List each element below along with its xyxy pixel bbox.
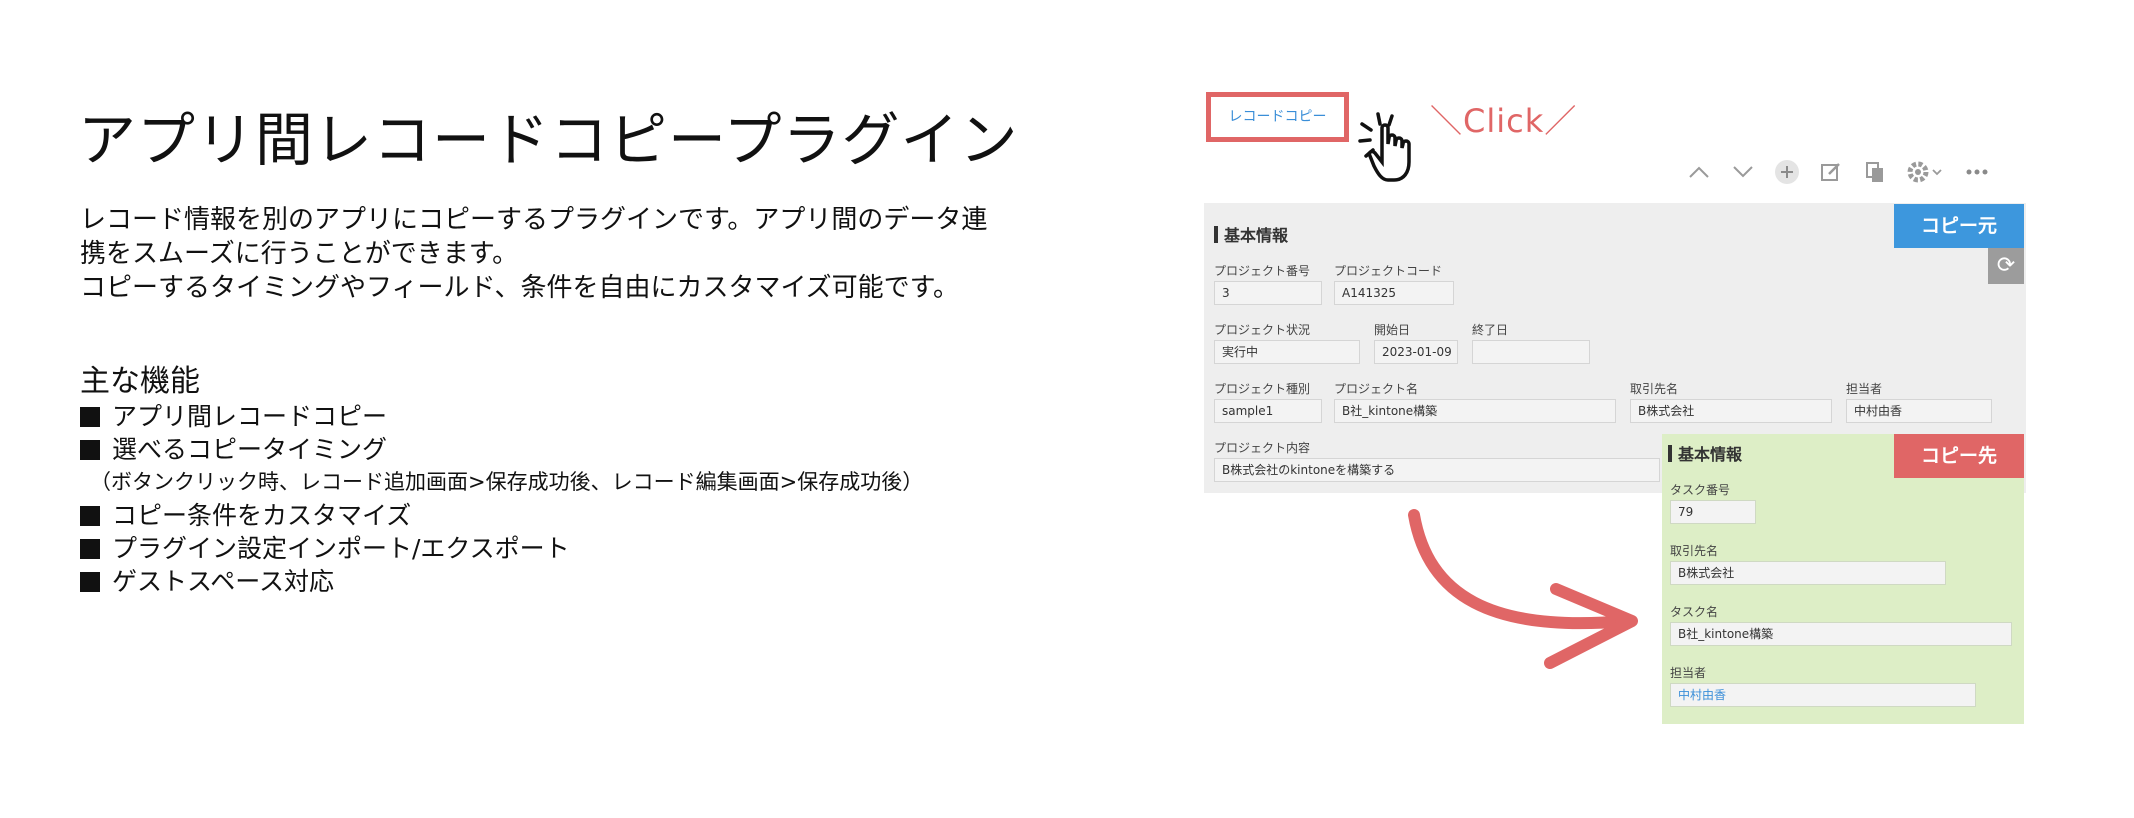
description-line: レコード情報を別のアプリにコピーするプラグインです。アプリ間のデータ連 — [80, 205, 988, 235]
field-label: 終了日 — [1472, 323, 1509, 337]
more-options-icon[interactable] — [1964, 159, 1990, 185]
field-label: 取引先名 — [1630, 382, 1679, 396]
record-copy-button-label: レコードコピー — [1228, 109, 1327, 125]
feature-item: コピー条件をカスタマイズ — [80, 499, 923, 532]
gear-icon[interactable] — [1906, 159, 1946, 185]
task-number-field: 79 — [1670, 500, 1756, 524]
field-label: プロジェクト番号 — [1214, 264, 1311, 278]
field-label: 担当者 — [1670, 666, 1707, 680]
description: レコード情報を別のアプリにコピーするプラグインです。アプリ間のデータ連 携をスム… — [80, 203, 1040, 305]
page-title: アプリ間レコードコピープラグイン — [78, 106, 1019, 174]
field-label: プロジェクト内容 — [1214, 441, 1311, 455]
features-list: アプリ間レコードコピー 選べるコピータイミング （ボタンクリック時、レコード追加… — [80, 400, 923, 598]
click-caption: ＼Click／ — [1430, 102, 1578, 140]
project-content-field: B株式会社のkintoneを構築する — [1214, 458, 1660, 482]
chevron-down-icon[interactable] — [1730, 159, 1756, 185]
source-section-title: 基本情報 — [1214, 222, 1288, 246]
destination-section-title: 基本情報 — [1668, 441, 1742, 465]
feature-item: プラグイン設定インポート/エクスポート — [80, 532, 923, 565]
project-status-field: 実行中 — [1214, 340, 1360, 364]
square-bullet-icon — [80, 407, 100, 427]
feature-item: ゲストスペース対応 — [80, 565, 923, 598]
refresh-icon[interactable]: ⟳ — [1988, 248, 2024, 284]
feature-item: アプリ間レコードコピー — [80, 400, 923, 433]
project-type-field: sample1 — [1214, 399, 1322, 423]
field-label: 開始日 — [1374, 323, 1411, 337]
description-line: コピーするタイミングやフィールド、条件を自由にカスタマイズ可能です。 — [80, 273, 960, 303]
dest-client-field: B株式会社 — [1670, 561, 1946, 585]
duplicate-icon[interactable] — [1862, 159, 1888, 185]
source-badge: コピー元 — [1894, 204, 2024, 248]
chevron-up-icon[interactable] — [1686, 159, 1712, 185]
client-name-field: B株式会社 — [1630, 399, 1832, 423]
edit-icon[interactable] — [1818, 159, 1844, 185]
start-date-field: 2023-01-09 — [1374, 340, 1458, 364]
feature-item: 選べるコピータイミング — [80, 433, 923, 466]
field-label: プロジェクト名 — [1334, 382, 1419, 396]
owner-field: 中村由香 — [1846, 399, 1992, 423]
task-name-field: B社_kintone構築 — [1670, 622, 2012, 646]
end-date-field — [1472, 340, 1590, 364]
description-line: 携をスムーズに行うことができます。 — [80, 239, 519, 269]
square-bullet-icon — [80, 539, 100, 559]
field-label: プロジェクト状況 — [1214, 323, 1311, 337]
destination-badge: コピー先 — [1894, 434, 2024, 478]
square-bullet-icon — [80, 572, 100, 592]
field-label: タスク番号 — [1670, 483, 1731, 497]
record-copy-button[interactable]: レコードコピー — [1206, 92, 1349, 142]
square-bullet-icon — [80, 506, 100, 526]
project-number-field: 3 — [1214, 281, 1322, 305]
copy-direction-arrow-icon — [1408, 509, 1638, 669]
add-icon[interactable] — [1774, 159, 1800, 185]
features-heading: 主な機能 — [80, 364, 200, 399]
field-label: プロジェクト種別 — [1214, 382, 1311, 396]
field-label: 担当者 — [1846, 382, 1883, 396]
feature-note: （ボタンクリック時、レコード追加画面>保存成功後、レコード編集画面>保存成功後） — [90, 470, 924, 494]
click-hand-icon — [1358, 112, 1411, 182]
project-name-field: B社_kintone構築 — [1334, 399, 1616, 423]
dest-owner-field: 中村由香 — [1670, 683, 1976, 707]
field-label: 取引先名 — [1670, 544, 1719, 558]
square-bullet-icon — [80, 440, 100, 460]
field-label: プロジェクトコード — [1334, 264, 1443, 278]
project-code-field: A141325 — [1334, 281, 1454, 305]
record-toolbar — [1686, 156, 1990, 188]
field-label: タスク名 — [1670, 605, 1719, 619]
